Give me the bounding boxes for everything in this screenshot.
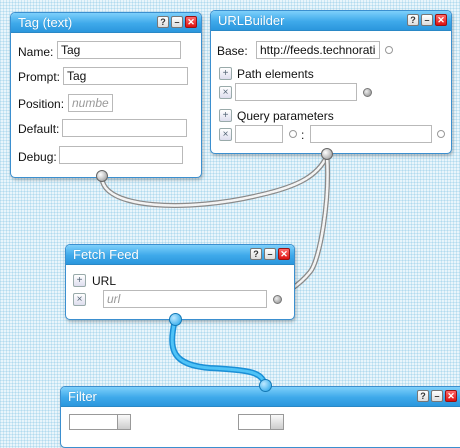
urlbuilder-title: URLBuilder	[218, 13, 285, 28]
name-label: Name:	[18, 45, 54, 59]
tag-text-module[interactable]: Tag (text) ? – ✕ Name: Prompt: Position:…	[10, 12, 202, 178]
help-icon[interactable]: ?	[417, 390, 429, 402]
remove-icon[interactable]: ×	[73, 293, 86, 306]
name-input[interactable]	[57, 41, 181, 59]
help-icon[interactable]: ?	[157, 16, 169, 28]
position-input[interactable]	[68, 94, 113, 112]
filter-module[interactable]: Filter ? – ✕	[60, 386, 460, 448]
close-icon[interactable]: ✕	[185, 16, 197, 28]
filter-title: Filter	[68, 389, 97, 404]
close-icon[interactable]: ✕	[278, 248, 290, 260]
position-label: Position:	[18, 97, 65, 111]
fetch-feed-output-terminal[interactable]	[169, 313, 182, 326]
default-input[interactable]	[62, 119, 187, 137]
query-separator: :	[301, 128, 305, 142]
add-icon[interactable]: +	[73, 274, 86, 287]
prompt-label: Prompt:	[18, 70, 61, 84]
default-label: Default:	[18, 122, 60, 136]
query-key-terminal[interactable]	[289, 130, 297, 138]
urlbuilder-output-terminal[interactable]	[321, 148, 333, 160]
fetch-feed-title: Fetch Feed	[73, 247, 139, 262]
path-elements-label: Path elements	[237, 67, 314, 81]
remove-icon[interactable]: ×	[219, 86, 232, 99]
filter-input-terminal[interactable]	[259, 379, 272, 392]
query-value-terminal[interactable]	[437, 130, 445, 138]
minimize-icon[interactable]: –	[171, 16, 183, 28]
help-icon[interactable]: ?	[250, 248, 262, 260]
url-input[interactable]	[103, 290, 267, 308]
query-key-input[interactable]	[235, 125, 283, 143]
tag-module-titlebar[interactable]: Tag (text) ? – ✕	[11, 13, 201, 33]
base-input-terminal[interactable]	[385, 46, 393, 54]
urlbuilder-module[interactable]: URLBuilder ? – ✕ Base: + Path elements ×…	[210, 10, 452, 154]
tag-output-terminal[interactable]	[96, 170, 108, 182]
add-icon[interactable]: +	[219, 109, 232, 122]
base-label: Base:	[217, 44, 248, 58]
minimize-icon[interactable]: –	[264, 248, 276, 260]
base-input[interactable]	[256, 41, 380, 59]
path-element-terminal[interactable]	[363, 88, 372, 97]
debug-label: Debug:	[18, 150, 57, 164]
add-icon[interactable]: +	[219, 67, 232, 80]
path-element-input[interactable]	[235, 83, 357, 101]
minimize-icon[interactable]: –	[421, 14, 433, 26]
filter-mode-dropdown[interactable]	[69, 414, 131, 430]
query-parameters-label: Query parameters	[237, 109, 334, 123]
fetch-feed-titlebar[interactable]: Fetch Feed ? – ✕	[66, 245, 294, 265]
close-icon[interactable]: ✕	[445, 390, 457, 402]
remove-icon[interactable]: ×	[219, 128, 232, 141]
query-value-input[interactable]	[310, 125, 432, 143]
urlbuilder-titlebar[interactable]: URLBuilder ? – ✕	[211, 11, 451, 31]
url-input-terminal[interactable]	[273, 295, 282, 304]
prompt-input[interactable]	[63, 67, 188, 85]
help-icon[interactable]: ?	[407, 14, 419, 26]
filter-match-dropdown[interactable]	[238, 414, 284, 430]
close-icon[interactable]: ✕	[435, 14, 447, 26]
tag-module-title: Tag (text)	[18, 15, 73, 30]
debug-input[interactable]	[59, 146, 183, 164]
minimize-icon[interactable]: –	[431, 390, 443, 402]
wire-fetch-to-filter	[169, 319, 268, 386]
fetch-feed-module[interactable]: Fetch Feed ? – ✕ + URL ×	[65, 244, 295, 320]
url-label: URL	[92, 274, 117, 288]
